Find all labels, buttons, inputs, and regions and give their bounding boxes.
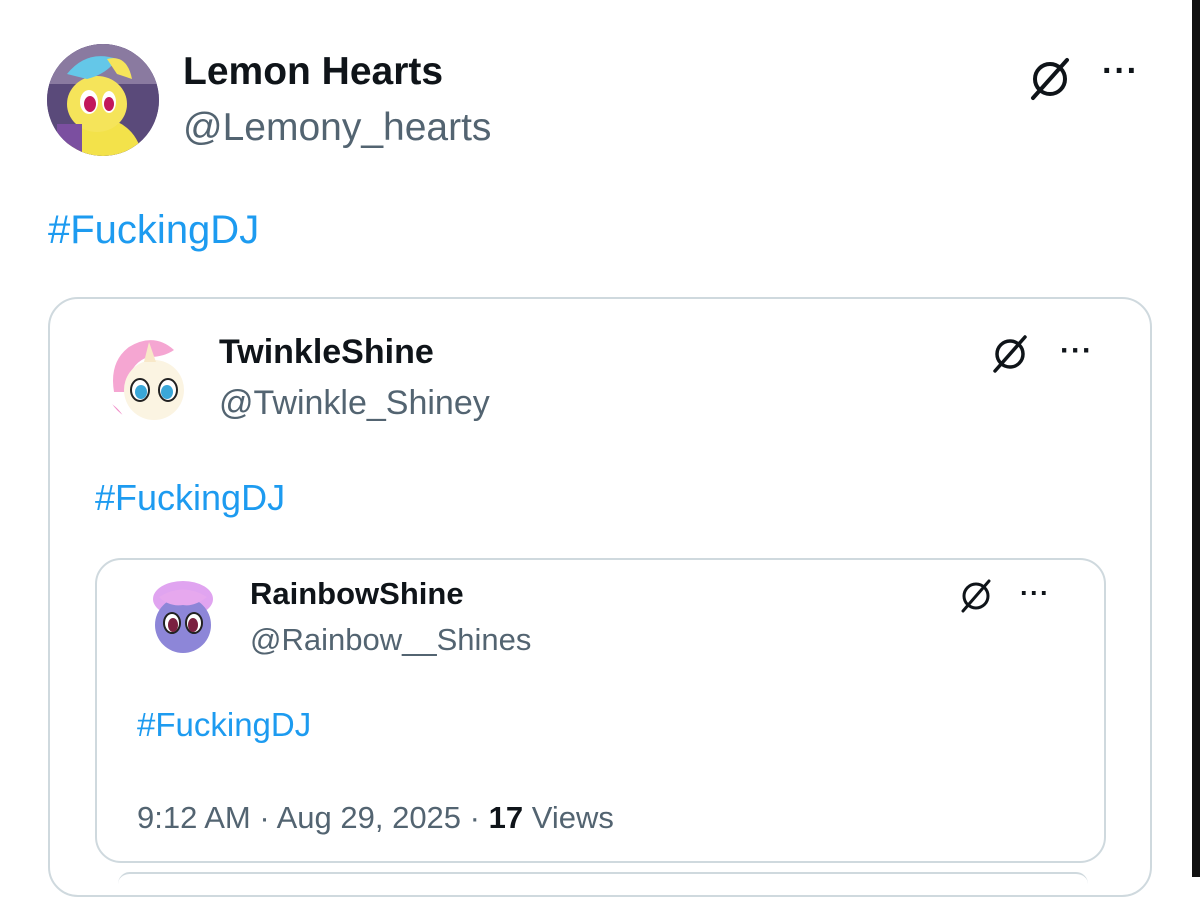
scrollbar[interactable] [1192, 0, 1200, 877]
avatar-lemon-hearts[interactable] [47, 44, 159, 156]
views-label: Views [523, 800, 614, 835]
next-card-edge [118, 872, 1088, 884]
user-handle[interactable]: @Lemony_hearts [183, 106, 491, 150]
pony-avatar-icon [47, 44, 159, 156]
grok-icon[interactable] [958, 578, 994, 614]
hashtag-link[interactable]: #FuckingDJ [95, 477, 285, 519]
more-options-button[interactable]: ··· [1102, 52, 1139, 91]
display-name[interactable]: RainbowShine [250, 576, 464, 612]
grok-slash-icon [1031, 58, 1069, 100]
grok-slash-icon [993, 335, 1027, 373]
post-time[interactable]: 9:12 AM [137, 800, 251, 835]
more-options-button[interactable]: ··· [1020, 578, 1050, 609]
post-meta: 9:12 AM · Aug 29, 2025 · 17 Views [137, 800, 614, 836]
display-name[interactable]: TwinkleShine [219, 333, 434, 372]
pony-avatar-icon [104, 332, 196, 424]
avatar-twinkleshine[interactable] [104, 332, 196, 424]
pony-avatar-icon [144, 577, 222, 655]
grok-icon[interactable] [1027, 56, 1073, 102]
meta-separator: · [461, 800, 489, 835]
display-name[interactable]: Lemon Hearts [183, 50, 443, 94]
avatar-rainbowshine[interactable] [144, 577, 222, 655]
post-date[interactable]: Aug 29, 2025 [277, 800, 461, 835]
user-handle[interactable]: @Rainbow__Shines [250, 622, 531, 658]
grok-slash-icon [961, 579, 991, 613]
meta-separator: · [250, 800, 277, 835]
grok-icon[interactable] [990, 334, 1030, 374]
user-handle[interactable]: @Twinkle_Shiney [219, 384, 490, 423]
views-count: 17 [488, 800, 524, 835]
more-options-button[interactable]: ··· [1060, 334, 1093, 368]
hashtag-link[interactable]: #FuckingDJ [48, 208, 259, 253]
hashtag-link[interactable]: #FuckingDJ [137, 706, 311, 744]
